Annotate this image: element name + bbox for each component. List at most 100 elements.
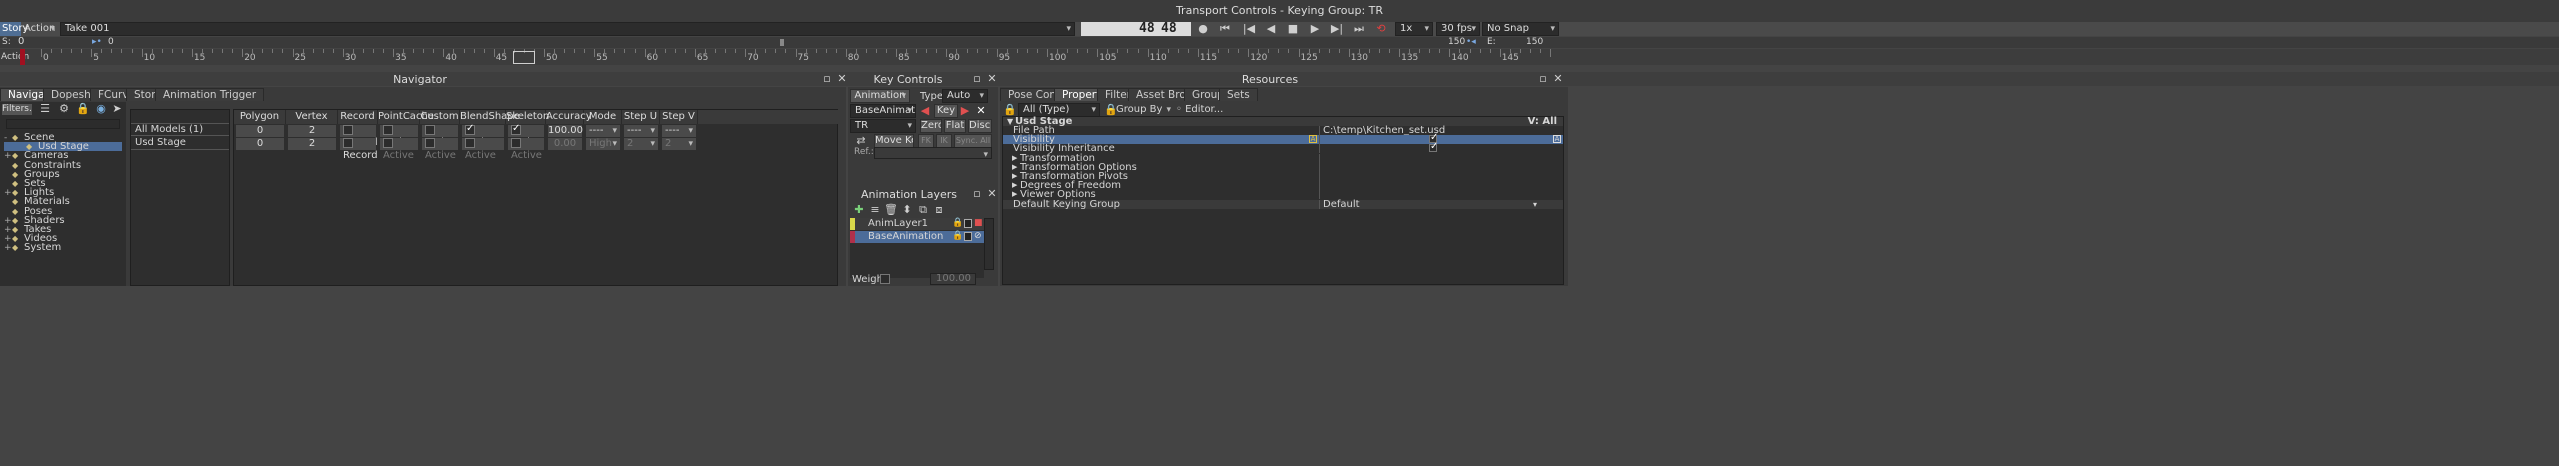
navigator-search-input[interactable] — [6, 119, 120, 129]
disc-button[interactable]: Disc. — [968, 119, 992, 133]
expand-icon[interactable]: + — [4, 244, 12, 253]
column-header[interactable]: Step U — [622, 110, 660, 124]
delete-key-icon[interactable]: ✕ — [974, 104, 988, 118]
expand-all-icon[interactable]: ➤ — [110, 102, 124, 116]
grid-cell[interactable]: Active — [380, 125, 418, 148]
ik-button[interactable]: IK — [936, 134, 952, 148]
stop-icon[interactable]: ■ — [1286, 22, 1300, 36]
property-value[interactable]: C:\temp\Kitchen_set.usd — [1323, 126, 1445, 136]
tab-sets[interactable]: Sets — [1219, 88, 1258, 101]
animation-layer-row[interactable]: AnimLayer1 🔒 ■ — [850, 218, 984, 230]
expand-arrow-icon[interactable]: ▶ — [1012, 154, 1017, 163]
property-row[interactable]: File Path C:\temp\Kitchen_set.usd — [1003, 126, 1563, 136]
lock-icon[interactable]: 🔒 — [76, 102, 90, 116]
grid-cell[interactable]: Active — [462, 123, 504, 148]
checkbox[interactable] — [383, 138, 393, 148]
weight-field[interactable]: 100.00 — [930, 273, 976, 285]
column-header[interactable]: Mode — [584, 110, 622, 124]
checkbox[interactable] — [511, 123, 521, 135]
animation-mode-button[interactable]: Animation — [850, 89, 910, 103]
grid-cell[interactable]: Active — [508, 138, 544, 161]
column-header[interactable]: Record — [338, 110, 378, 124]
checkbox[interactable] — [425, 125, 435, 135]
next-key-nav-icon[interactable]: ▶ — [958, 104, 972, 118]
type-filter-dropdown[interactable]: All (Type) — [1018, 103, 1100, 117]
tree-item[interactable]: +◆ Shaders — [4, 215, 124, 225]
grid-cell[interactable]: 100.00 — [548, 125, 583, 137]
checkbox[interactable] — [425, 138, 435, 148]
loop-icon[interactable]: ⟲ — [1374, 22, 1388, 36]
column-header[interactable]: Custom — [420, 110, 460, 124]
layer-stack-icon[interactable]: ≡ — [868, 203, 882, 217]
property-checkbox[interactable] — [1429, 142, 1438, 153]
snap-dropdown[interactable]: No Snap — [1482, 22, 1559, 36]
checkbox[interactable] — [465, 123, 475, 135]
column-header[interactable]: PointCache — [378, 110, 434, 124]
key-button[interactable]: Key — [934, 104, 958, 118]
grid-cell[interactable]: Record — [340, 138, 378, 161]
add-layer-icon[interactable]: ✚ — [852, 203, 866, 217]
animate-toggle-icon[interactable]: A — [1309, 135, 1317, 144]
tree-item[interactable]: +◆ Videos — [4, 234, 124, 244]
navigator-close-icon[interactable]: ✕ — [835, 72, 849, 86]
layer-lock-icon[interactable]: 🔒 — [952, 231, 963, 241]
sync-all-button[interactable]: Sync. All — [954, 134, 992, 148]
grid-cell[interactable]: 0.00 — [548, 138, 582, 150]
tree-item[interactable]: +◆ Takes — [4, 224, 124, 234]
list-view-icon[interactable]: ☰ — [38, 102, 52, 116]
tree-item[interactable]: ◆ Groups — [4, 169, 124, 179]
go-end-icon[interactable]: ⏭ — [1352, 22, 1366, 36]
grid-cell[interactable]: Active — [380, 138, 418, 161]
resources-lock-icon[interactable]: 🔒 — [1003, 103, 1017, 117]
key-toggle-icon[interactable]: A — [1553, 135, 1561, 144]
column-header[interactable]: Polygon count — [234, 110, 286, 136]
play-reverse-icon[interactable]: ◀ — [1264, 22, 1278, 36]
tree-item[interactable]: ◆ Sets — [4, 178, 124, 188]
copy-layer-icon[interactable]: ⧉ — [916, 203, 930, 217]
paste-layer-icon[interactable]: ⧈ — [932, 203, 946, 217]
key-controls-close-icon[interactable]: ✕ — [985, 72, 999, 86]
record-icon[interactable]: ● — [1196, 22, 1210, 36]
current-frame-cursor[interactable] — [512, 51, 535, 64]
grid-cell[interactable]: High — [586, 138, 620, 150]
grid-cell[interactable]: Active — [422, 138, 458, 161]
timeline-ruler[interactable]: Action 0 5 10 15 20 25 30 35 40 45 50 55 60 65 70 75 80 8… — [0, 49, 2559, 65]
speed-dropdown[interactable]: 1x — [1395, 22, 1433, 36]
type-dropdown[interactable]: Auto — [942, 89, 988, 103]
checkbox[interactable] — [343, 138, 353, 148]
grid-cell[interactable]: ---- — [586, 125, 620, 137]
navigator-float-icon[interactable]: ▫ — [820, 72, 834, 86]
checkbox[interactable] — [465, 138, 475, 148]
animation-layer-row[interactable]: BaseAnimation 🔒 ⊘ — [850, 231, 984, 243]
layers-float-icon[interactable]: ▫ — [970, 187, 984, 201]
tree-item[interactable]: ◆ Constraints — [4, 160, 124, 170]
go-start-icon[interactable]: ⏮ — [1218, 22, 1232, 36]
layer-lock-icon[interactable]: 🔒 — [952, 218, 963, 228]
grid-cell[interactable]: 2 — [288, 125, 336, 137]
layer-solo-icon[interactable] — [964, 232, 972, 241]
grid-cell[interactable]: ---- — [624, 125, 658, 137]
story-mode-button[interactable]: Story — [0, 22, 28, 36]
start-field[interactable]: 0 — [14, 37, 86, 48]
grid-cell[interactable]: 2 — [624, 138, 658, 150]
filters-button[interactable]: Filters... — [1, 103, 33, 116]
flat-button[interactable]: Flat — [944, 119, 966, 133]
grid-cell[interactable]: ---- — [662, 125, 696, 137]
resources-float-icon[interactable]: ▫ — [1536, 72, 1550, 86]
show-icon[interactable]: ◉ — [94, 102, 108, 116]
range-end-handle-icon[interactable]: •◂ — [1466, 37, 1476, 47]
dropdown-arrow-icon[interactable]: ▾ — [1533, 200, 1537, 209]
grid-cell[interactable]: 0 — [236, 125, 284, 137]
grid-cell[interactable]: Active — [462, 138, 504, 161]
column-header[interactable]: BlendShape — [460, 110, 520, 124]
next-key-icon[interactable]: ▶| — [1330, 22, 1344, 36]
fps-dropdown[interactable]: 30 fps — [1436, 22, 1480, 36]
column-header[interactable]: Skeleton — [506, 110, 549, 124]
delete-layer-icon[interactable]: 🗑 — [884, 203, 898, 217]
ref-dropdown[interactable] — [874, 147, 992, 159]
layer-dropdown[interactable]: BaseAnimation — [850, 104, 916, 118]
fk-button[interactable]: FK — [918, 134, 934, 148]
weight-checkbox[interactable] — [880, 274, 890, 284]
tree-item[interactable]: ◆ Materials — [4, 197, 124, 207]
column-header[interactable]: Step V — [660, 110, 698, 124]
